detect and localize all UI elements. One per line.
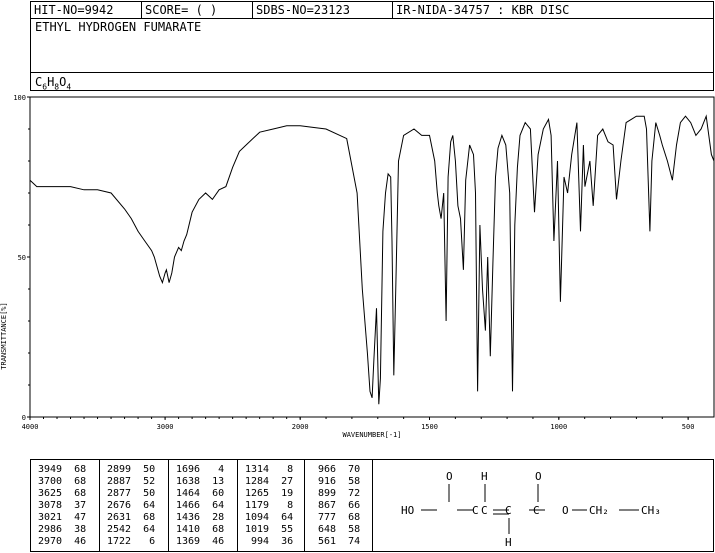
peak-entry: 1638 13	[176, 476, 225, 487]
peak-entry: 1314 8	[245, 464, 294, 475]
peak-table: 3949 68 3700 68 3625 68 3078 37 3021 47 2986 …	[31, 460, 373, 551]
peak-entry: 1265 19	[245, 488, 294, 499]
peak-column: 1696 4 1638 13 1464 60 1466 64 1436 28 1410 6…	[169, 460, 238, 551]
peak-entry: 3949 68	[38, 464, 87, 475]
score: SCORE= ( )	[142, 2, 253, 18]
peak-entry: 3700 68	[38, 476, 87, 487]
peak-entry: 561 74	[312, 536, 361, 547]
methylene-group: CH₂	[589, 504, 609, 517]
peak-entry: 2676 64	[107, 500, 156, 511]
chemical-structure: O H O HO O CH₂ CH₃ H C C C C	[401, 470, 661, 549]
peak-entry: 1094 64	[245, 512, 294, 523]
peak-entry: 1696 4	[176, 464, 225, 475]
x-tick-label: 1500	[421, 423, 438, 431]
transmittance-line	[29, 114, 715, 405]
peak-entry: 994 36	[245, 536, 294, 547]
peak-entry: 1436 28	[176, 512, 225, 523]
carbon-ester: C	[533, 504, 540, 517]
x-tick-label: 500	[682, 423, 695, 431]
peak-entry: 648 58	[312, 524, 361, 535]
carbon-alpha: C	[481, 504, 488, 517]
methyl-group: CH₃	[641, 504, 661, 517]
peak-entry: 899 72	[312, 488, 361, 499]
x-tick-label: 1000	[550, 423, 567, 431]
sdbs-number: SDBS-NO=23123	[253, 2, 393, 18]
peak-entry: 3625 68	[38, 488, 87, 499]
peak-entry: 1284 27	[245, 476, 294, 487]
peak-entry: 1410 68	[176, 524, 225, 535]
peak-column: 1314 8 1284 27 1265 19 1179 8 1094 64 1019 55…	[238, 460, 305, 551]
peak-column: 3949 68 3700 68 3625 68 3078 37 3021 47 2986 …	[31, 460, 100, 551]
header-box: HIT-NO=9942 SCORE= ( ) SDBS-NO=23123 IR-…	[30, 1, 714, 91]
header-row: HIT-NO=9942 SCORE= ( ) SDBS-NO=23123 IR-…	[31, 2, 713, 19]
peak-entry: 2631 68	[107, 512, 156, 523]
peak-entry: 867 66	[312, 500, 361, 511]
x-axis-label: WAVENUMBER[-1]	[342, 431, 401, 439]
peak-entry: 2970 46	[38, 536, 87, 547]
molecular-formula: C6H8O4	[31, 72, 713, 92]
ir-spectrum-chart: 4000 3000 2000 1500 1000 500 100500 WAVENUMBE…	[0, 94, 715, 439]
peak-column: 2899 50 2887 52 2877 50 2676 64 2631 68 2542 …	[100, 460, 169, 551]
ir-method: IR-NIDA-34757 : KBR DISC	[396, 3, 570, 17]
y-tick-label: 50	[18, 254, 26, 262]
x-tick-label: 2000	[292, 423, 309, 431]
x-tick-label: 4000	[22, 423, 39, 431]
carbonyl-oxygen-ester: O	[535, 470, 542, 483]
compound-name: ETHYL HYDROGEN FUMARATE	[35, 20, 202, 34]
peak-entry: 1464 60	[176, 488, 225, 499]
plot-frame	[29, 96, 715, 418]
peak-entry: 2542 64	[107, 524, 156, 535]
peak-entry: 2986 38	[38, 524, 87, 535]
ester-oxygen: O	[562, 504, 569, 517]
peak-entry: 1466 64	[176, 500, 225, 511]
y-tick-label: 0	[22, 414, 26, 422]
peak-entry: 2899 50	[107, 464, 156, 475]
peak-entry: 1722 6	[107, 536, 156, 547]
peak-entry: 3078 37	[38, 500, 87, 511]
y-tick-label: 100	[13, 94, 26, 102]
peak-entry: 777 68	[312, 512, 361, 523]
peak-entry: 1179 8	[245, 500, 294, 511]
peak-entry: 966 70	[312, 464, 361, 475]
peak-entry: 1019 55	[245, 524, 294, 535]
vinyl-hydrogen-bottom: H	[505, 536, 512, 549]
carbonyl-oxygen-acid: O	[446, 470, 453, 483]
peak-entry: 2877 50	[107, 488, 156, 499]
carbon-acid: C	[472, 504, 479, 517]
hydroxyl-group: HO	[401, 504, 414, 517]
peak-entry: 2887 52	[107, 476, 156, 487]
hit-number: HIT-NO=9942	[31, 2, 142, 18]
peak-entry: 916 58	[312, 476, 361, 487]
carbon-beta: C	[505, 504, 512, 517]
peak-entry: 3021 47	[38, 512, 87, 523]
x-tick-label: 3000	[157, 423, 174, 431]
peak-column: 966 70 916 58 899 72 867 66 777 68 648 5…	[305, 460, 372, 551]
peak-entry: 1369 46	[176, 536, 225, 547]
bottom-panel: 3949 68 3700 68 3625 68 3078 37 3021 47 2986 …	[30, 459, 714, 552]
vinyl-hydrogen-top: H	[481, 470, 488, 483]
y-axis-label: TRANSMITTANCE[%]	[0, 302, 8, 369]
